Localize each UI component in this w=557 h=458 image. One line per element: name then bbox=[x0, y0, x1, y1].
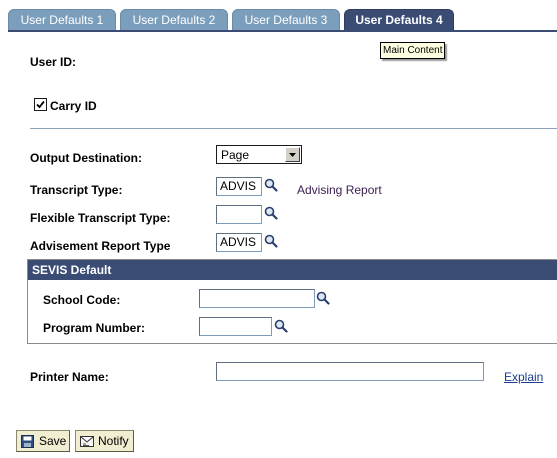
transcript-type-description: Advising Report bbox=[297, 183, 382, 197]
output-destination-label: Output Destination: bbox=[30, 151, 142, 165]
tab-bar-underline bbox=[8, 30, 557, 32]
advisement-report-type-input[interactable]: ADVIS bbox=[216, 233, 262, 252]
magnifier-icon[interactable] bbox=[264, 206, 278, 220]
tab-user-defaults-3[interactable]: User Defaults 3 bbox=[232, 9, 340, 31]
carry-id-checkbox[interactable] bbox=[34, 98, 47, 111]
transcript-type-label: Transcript Type: bbox=[30, 183, 123, 197]
output-destination-select[interactable]: Page bbox=[216, 145, 302, 164]
checkmark-icon bbox=[36, 100, 45, 109]
tab-user-defaults-2[interactable]: User Defaults 2 bbox=[120, 9, 228, 31]
magnifier-icon[interactable] bbox=[316, 291, 330, 305]
printer-name-input[interactable] bbox=[216, 362, 484, 381]
notify-button-label: Notify bbox=[98, 434, 129, 448]
magnifier-icon[interactable] bbox=[264, 234, 278, 248]
save-button-label: Save bbox=[39, 434, 67, 448]
magnifier-icon[interactable] bbox=[264, 178, 278, 192]
save-icon bbox=[21, 435, 34, 448]
magnifier-icon[interactable] bbox=[274, 319, 288, 333]
user-id-label: User ID: bbox=[30, 55, 77, 69]
sevis-default-header: SEVIS Default bbox=[28, 260, 557, 280]
flexible-transcript-type-input[interactable] bbox=[216, 205, 262, 224]
flexible-transcript-type-label: Flexible Transcript Type: bbox=[30, 211, 171, 225]
tab-user-defaults-4[interactable]: User Defaults 4 bbox=[344, 9, 454, 31]
tooltip-main-content: Main Content bbox=[380, 42, 446, 59]
carry-id-label: Carry ID bbox=[50, 99, 97, 113]
save-button[interactable]: Save bbox=[16, 430, 70, 452]
explain-link[interactable]: Explain bbox=[504, 370, 543, 384]
school-code-input[interactable] bbox=[199, 289, 315, 308]
advisement-report-type-label: Advisement Report Type bbox=[30, 239, 171, 253]
school-code-label: School Code: bbox=[43, 293, 121, 307]
chevron-down-icon[interactable] bbox=[285, 147, 300, 162]
notify-icon bbox=[80, 436, 94, 447]
program-number-label: Program Number: bbox=[43, 321, 146, 335]
section-divider bbox=[30, 128, 557, 129]
printer-name-label: Printer Name: bbox=[30, 370, 109, 384]
tab-user-defaults-1[interactable]: User Defaults 1 bbox=[8, 9, 116, 31]
transcript-type-input[interactable]: ADVIS bbox=[216, 177, 262, 196]
program-number-input[interactable] bbox=[199, 317, 272, 336]
notify-button[interactable]: Notify bbox=[75, 430, 134, 452]
output-destination-value: Page bbox=[221, 148, 250, 162]
